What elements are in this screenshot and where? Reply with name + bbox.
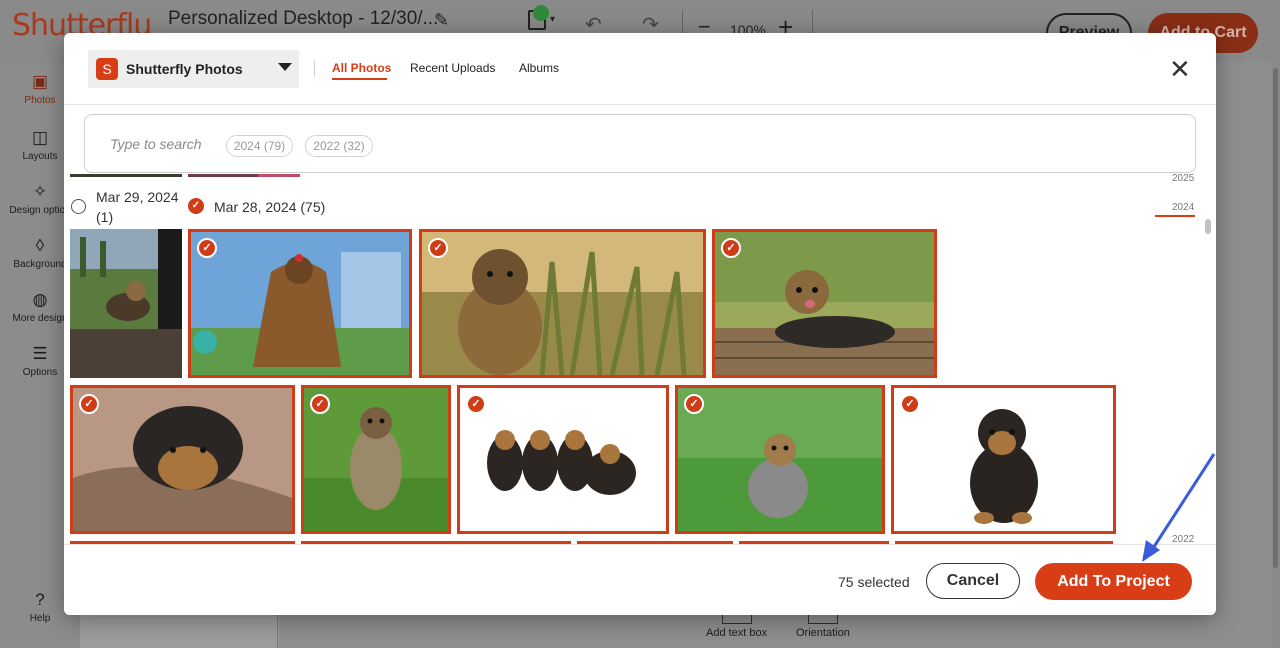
nav-label: Help <box>29 613 51 624</box>
nav-label: Design option <box>9 205 71 216</box>
year-chip-2024[interactable]: 2024 (79) <box>226 135 293 157</box>
timeline-year[interactable]: 2025 <box>1172 174 1194 184</box>
timeline-year[interactable]: 2024 <box>1172 202 1194 213</box>
photo-thumbnail-selected[interactable]: ✓ <box>891 385 1116 534</box>
photo-thumbnail-selected[interactable]: ✓ <box>70 385 295 534</box>
nav-label: Options <box>22 367 58 378</box>
cancel-button[interactable]: Cancel <box>926 563 1020 599</box>
chevron-down-icon[interactable]: ▾ <box>550 14 555 25</box>
photo-thumbnail[interactable] <box>70 229 182 378</box>
photo-source-select[interactable]: S Shutterfly Photos <box>88 50 299 88</box>
tab-all-photos[interactable]: All Photos <box>332 61 391 75</box>
selected-count: 75 selected <box>838 574 910 590</box>
search-placeholder: Type to search <box>110 136 202 152</box>
toolbar-divider <box>682 10 683 34</box>
photo-thumbnail-selected[interactable]: ✓ <box>457 385 669 534</box>
chevron-down-icon <box>278 63 292 71</box>
photo-thumbnail-selected[interactable]: ✓ <box>712 229 937 378</box>
header-divider <box>314 61 315 77</box>
grid-scrollbar-thumb[interactable] <box>1205 219 1211 234</box>
text-box-icon <box>722 614 752 624</box>
photo-source-name: Shutterfly Photos <box>126 61 243 77</box>
orientation-icon <box>808 614 838 624</box>
group-date-label: Mar 29, 2024 (1) <box>96 187 179 227</box>
page-scrollbar-thumb[interactable] <box>1273 68 1278 568</box>
add-to-project-button[interactable]: Add To Project <box>1035 563 1192 600</box>
photo-thumbnail-selected[interactable]: ✓ <box>675 385 885 534</box>
add-text-box-tool[interactable]: Add text box <box>706 627 767 639</box>
tab-albums[interactable]: Albums <box>519 61 559 75</box>
toolbar-divider <box>812 10 813 34</box>
group-date: Mar 29, 2024 <box>96 189 179 205</box>
saved-check-icon <box>533 5 549 21</box>
orientation-tool[interactable]: Orientation <box>796 627 850 639</box>
year-chip-2022[interactable]: 2022 (32) <box>305 135 373 157</box>
nav-label: Background <box>13 259 67 270</box>
photo-thumbnail-selected[interactable]: ✓ <box>301 385 451 534</box>
pointer-arrow-annotation <box>1142 453 1216 562</box>
selected-check-icon: ✓ <box>900 394 920 414</box>
timeline-indicator <box>1155 215 1195 217</box>
selected-check-icon: ✓ <box>310 394 330 414</box>
selected-check-icon: ✓ <box>197 238 217 258</box>
active-tab-underline <box>332 78 387 80</box>
photo-grid: Mar 29, 2024 (1) ✓ Mar 28, 2024 (75) 202… <box>64 174 1216 544</box>
selected-check-icon: ✓ <box>721 238 741 258</box>
nav-label: More design <box>12 313 68 324</box>
selected-check-icon: ✓ <box>428 238 448 258</box>
close-icon[interactable]: ✕ <box>1169 56 1191 82</box>
selected-check-icon: ✓ <box>684 394 704 414</box>
selected-check-icon: ✓ <box>79 394 99 414</box>
photo-thumbnail-selected[interactable]: ✓ <box>419 229 706 378</box>
group-date-label: Mar 28, 2024 (75) <box>214 199 326 215</box>
group-select-radio[interactable] <box>71 199 86 214</box>
shutterfly-s-icon: S <box>96 58 118 80</box>
group-selected-check-icon[interactable]: ✓ <box>188 198 204 214</box>
photo-thumbnail[interactable] <box>188 174 300 177</box>
photo-thumbnail[interactable] <box>70 174 182 177</box>
modal-header: S Shutterfly Photos All Photos Recent Up… <box>64 33 1216 105</box>
selected-check-icon: ✓ <box>466 394 486 414</box>
nav-label: Layouts <box>22 151 58 162</box>
photo-picker-modal: S Shutterfly Photos All Photos Recent Up… <box>64 33 1216 615</box>
search-input[interactable]: Type to search 2024 (79) 2022 (32) <box>84 114 1196 173</box>
group-count: (1) <box>96 209 114 225</box>
modal-footer: 75 selected Cancel Add To Project <box>64 544 1216 615</box>
nav-label: Photos <box>24 95 56 106</box>
project-title[interactable]: Personalized Desktop - 12/30/... <box>168 8 438 30</box>
edit-title-icon[interactable]: ✎ <box>434 10 449 31</box>
tab-recent-uploads[interactable]: Recent Uploads <box>410 61 495 75</box>
photo-thumbnail-selected[interactable]: ✓ <box>188 229 412 378</box>
